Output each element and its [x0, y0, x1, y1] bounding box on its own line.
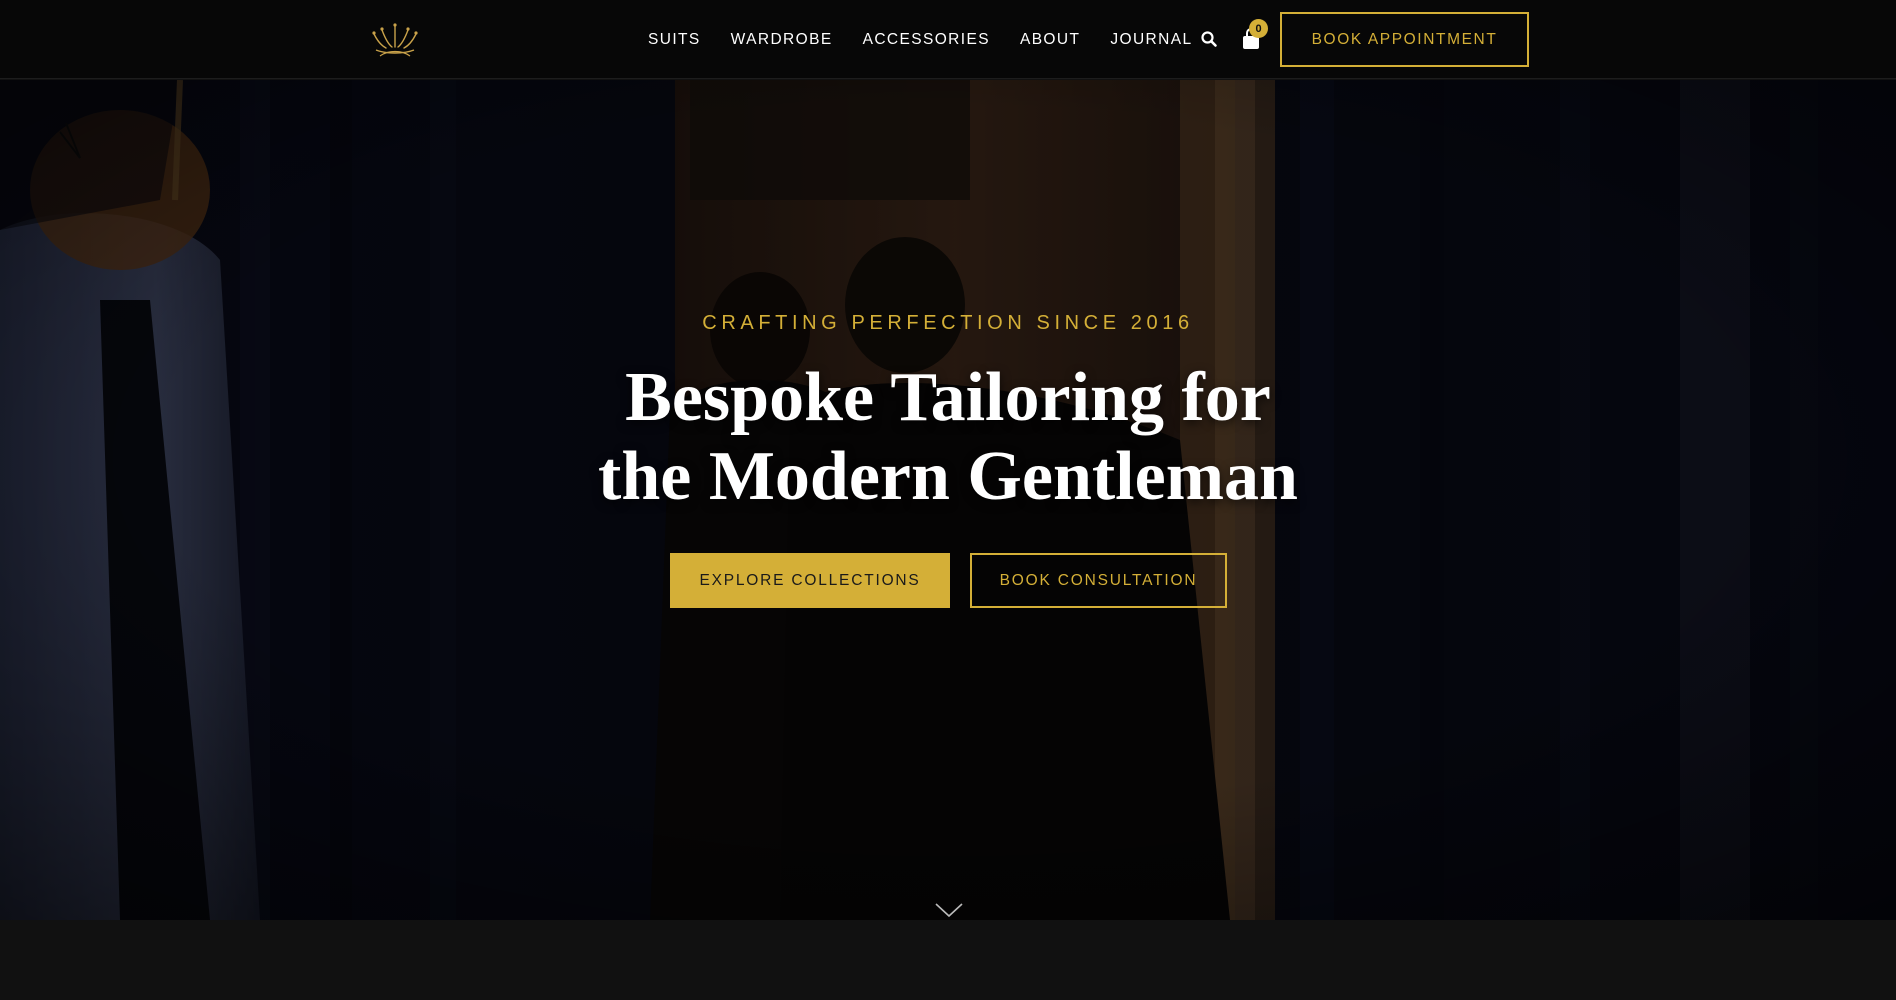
- search-icon[interactable]: [1200, 30, 1218, 48]
- nav-item-accessories[interactable]: ACCESSORIES: [863, 31, 990, 49]
- chevron-down-icon[interactable]: [934, 902, 964, 918]
- next-section: [0, 920, 1896, 1000]
- hero-section: CRAFTING PERFECTION SINCE 2016 Bespoke T…: [0, 80, 1896, 920]
- hero-eyebrow: CRAFTING PERFECTION SINCE 2016: [702, 312, 1194, 334]
- cart-count-badge: 0: [1249, 19, 1268, 38]
- site-header: SUITS WARDROBE ACCESSORIES ABOUT JOURNAL…: [0, 0, 1896, 79]
- hero-content: CRAFTING PERFECTION SINCE 2016 Bespoke T…: [0, 80, 1896, 920]
- explore-collections-button[interactable]: EXPLORE COLLECTIONS: [670, 553, 950, 608]
- hero-headline-line-1: Bespoke Tailoring for: [625, 359, 1271, 436]
- main-nav: SUITS WARDROBE ACCESSORIES ABOUT JOURNAL: [648, 0, 1223, 79]
- book-appointment-button[interactable]: BOOK APPOINTMENT: [1280, 12, 1529, 67]
- crown-logo-icon[interactable]: [368, 20, 422, 60]
- hero-headline: Bespoke Tailoring for the Modern Gentlem…: [0, 358, 1896, 516]
- nav-item-suits[interactable]: SUITS: [648, 31, 701, 49]
- nav-item-wardrobe[interactable]: WARDROBE: [731, 31, 833, 49]
- hero-headline-line-2: the Modern Gentleman: [598, 438, 1298, 515]
- nav-item-about[interactable]: ABOUT: [1020, 31, 1080, 49]
- nav-item-journal[interactable]: JOURNAL: [1110, 31, 1192, 49]
- book-consultation-button[interactable]: BOOK CONSULTATION: [970, 553, 1227, 608]
